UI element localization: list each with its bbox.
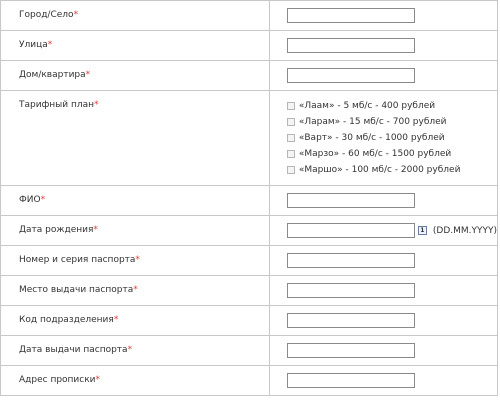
required-mark: *	[73, 10, 79, 20]
required-mark: *	[94, 100, 99, 110]
registration-address-input[interactable]	[286, 373, 415, 388]
tariff-plan-checkbox[interactable]	[286, 102, 295, 110]
division-code-label: Код подразделения*	[19, 315, 119, 325]
form-row-street: Улица*	[0, 30, 499, 61]
required-mark: *	[40, 195, 46, 205]
tariff-plan-option[interactable]: «Варт» - 30 мб/с - 1000 рублей	[286, 130, 497, 146]
required-mark: *	[133, 285, 138, 295]
tariff-plan-option[interactable]: «Маршо» - 100 мб/с - 2000 рублей	[286, 162, 497, 178]
form-row-birthdate: Дата рождения* 1 (DD.MM.YYYY)	[0, 215, 499, 246]
required-mark: *	[47, 40, 53, 50]
date-format-hint: (DD.MM.YYYY)	[432, 225, 497, 236]
calendar-icon[interactable]: 1	[417, 226, 427, 235]
form-row-registration-address: Адрес прописки*	[0, 365, 499, 396]
house-input[interactable]	[286, 68, 415, 83]
city-input[interactable]	[286, 8, 415, 23]
form-row-city: Город/Село*	[0, 0, 499, 31]
passport-place-input[interactable]	[286, 283, 415, 298]
passport-number-input[interactable]	[286, 253, 415, 268]
tariff-plan-checkbox[interactable]	[286, 150, 295, 158]
tariff-plan-list: «Лаам» - 5 мб/с - 400 рублей «Ларам» - 1…	[286, 98, 497, 178]
passport-date-label: Дата выдачи паспорта*	[19, 345, 133, 355]
division-code-input[interactable]	[286, 313, 415, 328]
house-label: Дом/квартира*	[19, 70, 91, 80]
required-mark: *	[95, 375, 101, 385]
tariff-plan-option[interactable]: «Лаам» - 5 мб/с - 400 рублей	[286, 98, 497, 114]
registration-address-label: Адрес прописки*	[19, 375, 101, 385]
birthdate-input[interactable]	[286, 223, 415, 238]
fullname-label: ФИО*	[19, 195, 46, 205]
tariff-label: Тарифный план*	[19, 100, 99, 110]
fullname-input[interactable]	[286, 193, 415, 208]
required-mark: *	[113, 315, 119, 325]
form-row-house: Дом/квартира*	[0, 60, 499, 91]
form-row-fullname: ФИО*	[0, 185, 499, 216]
city-label: Город/Село*	[19, 10, 79, 20]
passport-place-label: Место выдачи паспорта*	[19, 285, 138, 295]
required-mark: *	[85, 70, 91, 80]
form-row-tariff: Тарифный план* «Лаам» - 5 мб/с - 400 руб…	[0, 90, 499, 186]
street-input[interactable]	[286, 38, 415, 53]
required-mark: *	[93, 225, 98, 235]
form-row-passport-place: Место выдачи паспорта*	[0, 275, 499, 306]
form-row-passport-number: Номер и серия паспорта*	[0, 245, 499, 276]
tariff-plan-option[interactable]: «Марзо» - 60 мб/с - 1500 рублей	[286, 146, 497, 162]
required-mark: *	[135, 255, 140, 265]
tariff-plan-checkbox[interactable]	[286, 134, 295, 142]
form-row-division-code: Код подразделения*	[0, 305, 499, 336]
required-mark: *	[127, 345, 133, 355]
tariff-plan-checkbox[interactable]	[286, 166, 295, 174]
tariff-plan-checkbox[interactable]	[286, 118, 295, 126]
registration-form: Город/Село* Улица* Дом/квартира* Тарифны…	[0, 0, 499, 396]
birthdate-label: Дата рождения*	[19, 225, 98, 235]
passport-date-input[interactable]	[286, 343, 415, 358]
tariff-plan-option[interactable]: «Ларам» - 15 мб/с - 700 рублей	[286, 114, 497, 130]
passport-number-label: Номер и серия паспорта*	[19, 255, 140, 265]
street-label: Улица*	[19, 40, 53, 50]
form-row-passport-date: Дата выдачи паспорта*	[0, 335, 499, 366]
